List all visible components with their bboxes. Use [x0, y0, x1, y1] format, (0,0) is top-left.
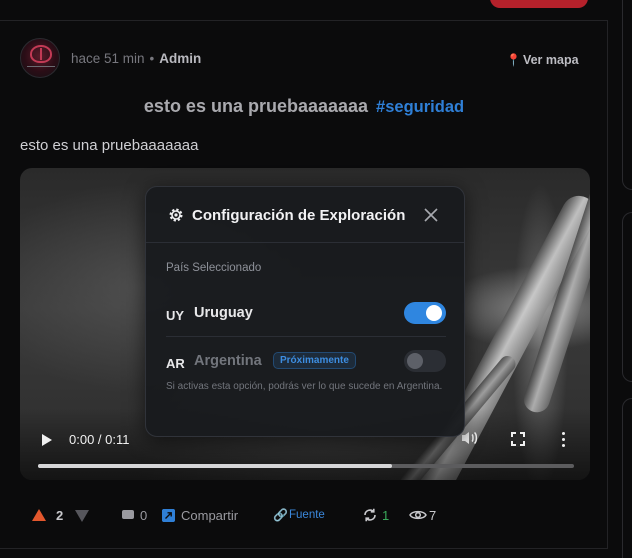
video-time: 0:00 / 0:11 [69, 432, 130, 447]
play-icon[interactable] [42, 432, 56, 448]
repost-icon[interactable] [362, 507, 378, 523]
fullscreen-icon[interactable] [510, 431, 526, 447]
share-button[interactable]: Compartir [181, 508, 238, 523]
toggle-knob [407, 353, 423, 369]
coming-soon-badge: Próximamente [273, 352, 356, 369]
repost-count: 1 [382, 508, 390, 523]
exploration-settings-modal: Configuración de Exploración País Selecc… [145, 186, 465, 437]
side-panel-edge [622, 398, 632, 558]
downvote-icon[interactable] [75, 510, 89, 522]
volume-icon-svg [462, 431, 478, 445]
video-progress-fill [38, 464, 392, 468]
selected-country-label: País Seleccionado [166, 262, 262, 274]
more-vertical-icon[interactable] [562, 431, 568, 449]
post-author[interactable]: Admin [159, 51, 201, 66]
map-pin-icon: 📍 [506, 53, 521, 67]
hashtag-link[interactable]: #seguridad [376, 98, 464, 116]
logo-caption [27, 66, 55, 70]
post-actions-bar: 2 0 Compartir 🔗 Fuente 1 7 [0, 506, 608, 526]
close-icon[interactable] [422, 206, 440, 224]
side-panel-edge [622, 0, 632, 190]
divider [0, 548, 608, 549]
post-meta: hace 51 min • Admin [71, 51, 201, 66]
source-link[interactable]: Fuente [289, 509, 325, 521]
share-icon[interactable] [162, 509, 175, 522]
side-panel-edge [622, 212, 632, 382]
view-map-link[interactable]: 📍 Ver mapa [506, 53, 579, 67]
country-code: UY [166, 308, 185, 323]
view-map-label: Ver mapa [522, 53, 579, 67]
eye-icon [409, 510, 427, 520]
link-icon: 🔗 [273, 508, 288, 522]
volume-icon[interactable] [461, 430, 481, 448]
modal-header: Configuración de Exploración [146, 187, 464, 243]
country-row-uruguay: UY Uruguay [166, 297, 446, 329]
country-code: AR [166, 356, 185, 371]
vote-count: 2 [56, 508, 64, 523]
post-body: esto es una pruebaaaaaaa [20, 137, 199, 154]
modal-title: Configuración de Exploración [192, 207, 406, 224]
option-hint: Si activas esta opción, podrás ver lo qu… [166, 381, 443, 392]
upvote-icon[interactable] [32, 509, 46, 521]
brain-logo-icon [30, 45, 52, 63]
argentina-toggle[interactable] [404, 350, 446, 372]
row-divider [166, 336, 446, 337]
view-count: 7 [429, 508, 437, 523]
country-row-argentina: AR Argentina Próximamente [166, 345, 446, 377]
post-title: esto es una pruebaaaaaaa [143, 96, 369, 116]
toggle-knob [426, 305, 442, 321]
country-name: Uruguay [194, 305, 253, 321]
video-progress-bar[interactable] [38, 464, 574, 468]
top-action-button[interactable] [490, 0, 588, 8]
avatar[interactable] [20, 38, 60, 78]
uruguay-toggle[interactable] [404, 302, 446, 324]
post-title-row: esto es una pruebaaaaaaa #seguridad [0, 96, 608, 117]
gear-icon [169, 208, 183, 222]
post-time: hace 51 min [71, 51, 145, 66]
comment-icon[interactable] [122, 510, 134, 519]
meta-separator: • [149, 51, 155, 66]
country-name: Argentina [194, 353, 262, 369]
top-strip [0, 0, 632, 20]
comment-count: 0 [140, 508, 148, 523]
